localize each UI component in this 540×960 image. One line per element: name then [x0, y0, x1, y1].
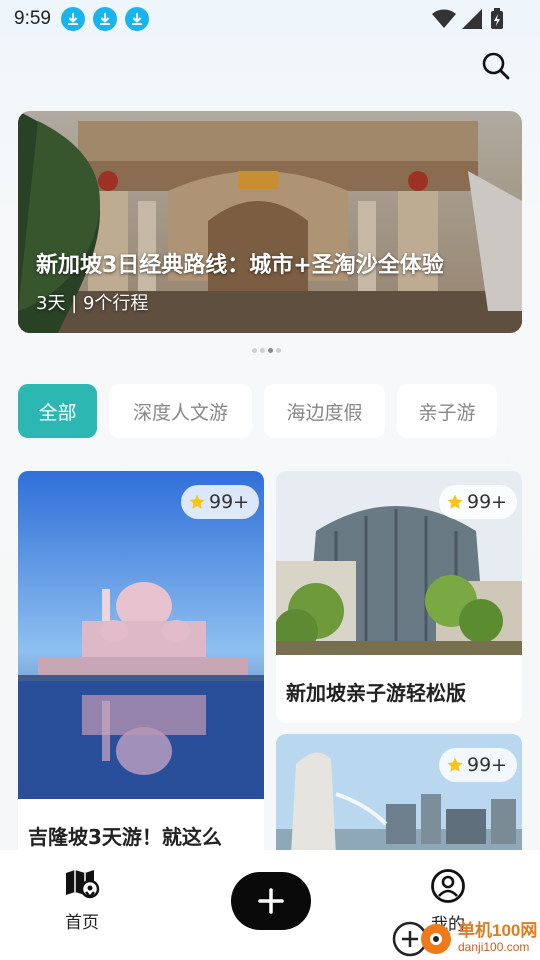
rating-value: 99+	[467, 754, 508, 776]
tab-cultural-tour[interactable]: 深度人文游	[109, 384, 252, 438]
route-card[interactable]: 99+ 吉隆坡3天游！就这么	[18, 471, 264, 891]
status-bar: 9:59	[0, 0, 540, 38]
card-title: 新加坡亲子游轻松版	[286, 681, 466, 705]
rating-badge: 99+	[181, 485, 260, 519]
tab-family-tour[interactable]: 亲子游	[397, 384, 497, 438]
featured-route-banner[interactable]: 新加坡3日经典路线：城市+圣淘沙全体验 3天 | 9个行程	[18, 111, 522, 333]
watermark-name: 单机100网	[458, 921, 538, 940]
banner-subtitle: 3天 | 9个行程	[36, 293, 149, 314]
tab-all[interactable]: 全部	[18, 384, 97, 438]
rating-value: 99+	[467, 491, 508, 513]
nav-home[interactable]: 首页	[64, 868, 100, 933]
create-route-button[interactable]	[231, 872, 311, 930]
watermark-logo-icon	[392, 921, 451, 957]
route-card[interactable]: 99+ 新加坡亲子游轻松版	[276, 471, 522, 723]
user-icon	[431, 869, 465, 903]
star-icon	[447, 494, 463, 509]
search-button[interactable]	[478, 48, 514, 84]
pager-dot-active[interactable]	[268, 348, 273, 353]
status-indicators	[432, 8, 504, 30]
nav-home-label: 首页	[65, 913, 99, 933]
search-icon	[482, 52, 510, 80]
rating-value: 99+	[209, 491, 250, 513]
card-title: 吉隆坡3天游！就这么	[28, 825, 222, 849]
pager-dot[interactable]	[260, 348, 265, 353]
rating-badge: 99+	[439, 748, 518, 782]
star-icon	[447, 757, 463, 772]
plus-icon	[258, 888, 284, 914]
status-time: 9:59	[14, 8, 51, 29]
pager-dot[interactable]	[252, 348, 257, 353]
category-tabs: 全部 深度人文游 海边度假 亲子游	[18, 384, 497, 438]
download-icon	[92, 7, 117, 31]
watermark-url: danji100.com	[458, 940, 530, 954]
download-icon	[60, 7, 85, 31]
battery-icon	[491, 8, 503, 29]
map-pin-icon	[66, 870, 100, 899]
wifi-icon	[432, 9, 456, 28]
watermark: 单机100网 danji100.com	[392, 914, 540, 960]
pager-dot[interactable]	[276, 348, 281, 353]
banner-pager	[252, 348, 281, 353]
signal-icon	[462, 9, 482, 29]
tab-beach-holiday[interactable]: 海边度假	[264, 384, 385, 438]
banner-title: 新加坡3日经典路线：城市+圣淘沙全体验	[36, 253, 444, 278]
download-icon	[124, 7, 149, 31]
rating-badge: 99+	[439, 485, 518, 519]
star-icon	[189, 494, 205, 509]
card-mosque-image	[18, 471, 264, 799]
banner-text: 新加坡3日经典路线：城市+圣淘沙全体验 3天 | 9个行程	[36, 247, 444, 315]
